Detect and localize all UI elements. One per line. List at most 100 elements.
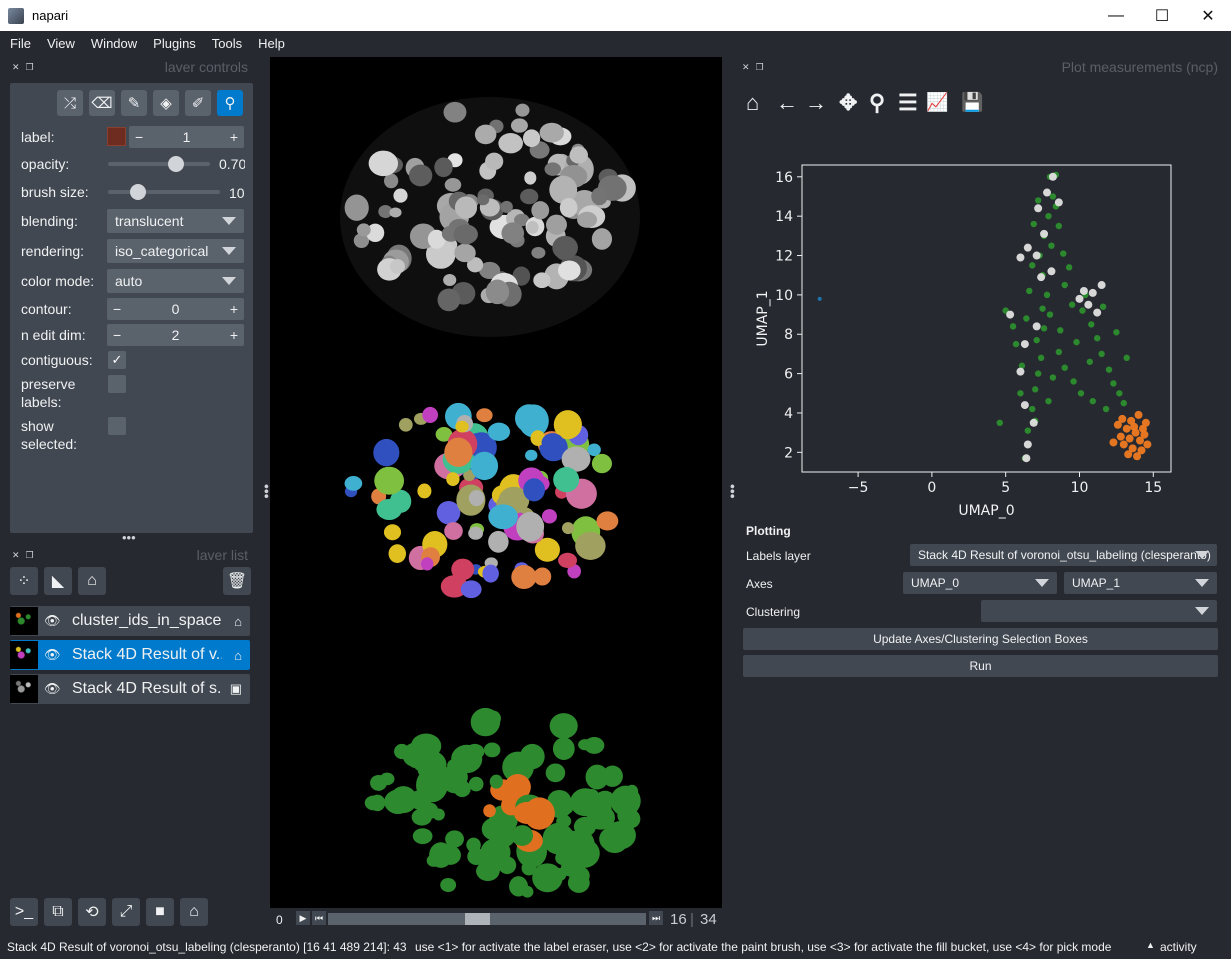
layer-name[interactable]: Stack 4D Result of v... [72, 646, 222, 664]
dock-float-icon[interactable]: ❐ [26, 550, 34, 561]
scatter-plot[interactable]: −5 0 5 10 15 2 4 6 8 10 12 14 16 UMAP_0 UMAP_1 [735, 150, 1215, 520]
contour-increment-button[interactable]: + [230, 301, 238, 317]
dock-close-icon[interactable]: ✕ [12, 550, 20, 561]
brush-size-slider[interactable] [108, 190, 220, 194]
play-icon[interactable]: ▶ [296, 911, 310, 925]
axis-x-dropdown[interactable]: UMAP_0 [903, 572, 1057, 594]
shuffle-icon[interactable]: ⤮ [57, 90, 83, 116]
plotting-section-title: Plotting [746, 524, 791, 538]
label-nucleus [388, 544, 407, 563]
show-selected-checkbox[interactable] [108, 417, 126, 435]
menu-file[interactable]: File [2, 36, 39, 51]
step-forward-icon[interactable]: ⏭ [649, 911, 663, 925]
contour-spinbox[interactable]: − 0 + [107, 298, 244, 320]
scatter-point [1048, 172, 1057, 181]
label-nucleus [488, 530, 509, 553]
menu-tools[interactable]: Tools [204, 36, 250, 51]
new-labels-layer-icon[interactable]: ⌂ [78, 567, 106, 595]
clustering-dropdown[interactable] [981, 600, 1217, 622]
step-back-icon[interactable]: ⏮ [312, 911, 326, 925]
brush-size-slider-handle[interactable] [130, 184, 146, 200]
contiguous-checkbox[interactable]: ✓ [108, 351, 126, 369]
menu-help[interactable]: Help [250, 36, 293, 51]
plot-home-icon[interactable]: ⌂ [746, 90, 759, 116]
layer-row[interactable]: 👁 Stack 4D Result of s... ▣ [10, 674, 250, 704]
layer-row[interactable]: 👁 Stack 4D Result of v... ⌂ [10, 640, 250, 670]
splitter-handle-icon[interactable]: ••• [122, 530, 136, 545]
scatter-point [1033, 336, 1040, 344]
brush-size-value[interactable]: 10 [229, 185, 245, 201]
eraser-icon[interactable]: ⌫ [89, 90, 115, 116]
menu-view[interactable]: View [39, 36, 83, 51]
n-edit-dim-decrement-button[interactable]: − [113, 327, 121, 343]
home-icon[interactable]: ⌂ [180, 898, 208, 926]
visibility-eye-icon[interactable]: 👁 [44, 681, 64, 697]
contour-decrement-button[interactable]: − [113, 301, 121, 317]
activity-chevron-icon[interactable]: ▲ [1146, 940, 1155, 950]
opacity-value[interactable]: 0.70 [219, 156, 245, 172]
opacity-slider-handle[interactable] [168, 156, 184, 172]
scatter-point [1016, 367, 1025, 376]
contour-value: 0 [171, 301, 180, 317]
cluster-nucleus [601, 796, 614, 807]
plot-save-icon[interactable]: 💾 [961, 92, 983, 113]
delete-layer-icon[interactable]: 🗑 [223, 567, 251, 595]
plot-zoom-icon[interactable]: ⚲ [869, 90, 885, 116]
layer-name[interactable]: Stack 4D Result of s... [72, 680, 222, 698]
clustering-label: Clustering [746, 605, 801, 619]
dims-slider-bar: 0 ▶ ⏮ ⏭ 16 | 34 [270, 908, 722, 932]
label-decrement-button[interactable]: − [135, 129, 143, 145]
fill-bucket-icon[interactable]: ◈ [153, 90, 179, 116]
plot-pan-icon[interactable]: ✥ [839, 90, 857, 116]
console-icon[interactable]: >_ [10, 898, 38, 926]
viewer-canvas[interactable] [270, 57, 722, 908]
zoom-icon[interactable]: ⚲ [217, 90, 243, 116]
layer-name[interactable]: cluster_ids_in_space [72, 612, 222, 630]
menu-plugins[interactable]: Plugins [145, 36, 204, 51]
labels-layer-dropdown[interactable]: Stack 4D Result of voronoi_otsu_labeling… [910, 544, 1217, 566]
dims-current-frame[interactable]: 16 [670, 911, 687, 928]
label-increment-button[interactable]: + [230, 129, 238, 145]
blending-dropdown[interactable]: translucent [107, 209, 244, 233]
axis-y-dropdown[interactable]: UMAP_1 [1064, 572, 1217, 594]
cluster-nucleus [447, 759, 463, 772]
update-selection-boxes-button[interactable]: Update Axes/Clustering Selection Boxes [743, 628, 1218, 650]
dock-close-icon[interactable]: ✕ [12, 62, 20, 73]
label-spinbox[interactable]: − 1 + [129, 126, 244, 148]
dock-float-icon[interactable]: ❐ [26, 62, 34, 73]
label-nucleus [344, 476, 363, 491]
activity-button[interactable]: activity [1160, 940, 1197, 954]
rendering-dropdown[interactable]: iso_categorical [107, 239, 244, 263]
preserve-labels-checkbox[interactable] [108, 375, 126, 393]
scatter-point [1105, 366, 1113, 373]
visibility-eye-icon[interactable]: 👁 [44, 613, 64, 629]
color-mode-dropdown[interactable]: auto [107, 269, 244, 293]
new-shapes-layer-icon[interactable]: ◣ [44, 567, 72, 595]
dock-float-icon[interactable]: ❐ [756, 62, 764, 73]
dock-close-icon[interactable]: ✕ [742, 62, 750, 73]
new-points-layer-icon[interactable]: ⁘ [10, 567, 38, 595]
grid-toggle-icon[interactable]: ■ [146, 898, 174, 926]
plot-edit-axes-icon[interactable]: 📈 [926, 92, 948, 113]
ndisplay-3d-icon[interactable]: ⧉ [44, 898, 72, 926]
plot-configure-icon[interactable]: ☰ [898, 90, 918, 116]
n-edit-dim-increment-button[interactable]: + [230, 327, 238, 343]
color-picker-icon[interactable]: ✐ [185, 90, 211, 116]
paint-brush-icon[interactable]: ✎ [121, 90, 147, 116]
maximize-button[interactable]: ☐ [1139, 0, 1185, 31]
plot-back-icon[interactable]: ← [776, 90, 798, 116]
run-button[interactable]: Run [743, 655, 1218, 677]
n-edit-dim-spinbox[interactable]: − 2 + [107, 324, 244, 346]
label-nucleus [374, 466, 405, 495]
menu-window[interactable]: Window [83, 36, 145, 51]
opacity-slider[interactable] [108, 162, 210, 166]
dims-slider-handle[interactable] [465, 913, 490, 925]
visibility-eye-icon[interactable]: 👁 [44, 647, 64, 663]
plot-forward-icon[interactable]: → [805, 90, 827, 116]
close-button[interactable]: ✕ [1185, 0, 1231, 31]
roll-dims-icon[interactable]: ⟲ [78, 898, 106, 926]
minimize-button[interactable]: — [1093, 0, 1139, 31]
raw-nucleus [501, 222, 525, 244]
transpose-icon[interactable]: ⤢ [112, 898, 140, 926]
layer-row[interactable]: 👁 cluster_ids_in_space ⌂ [10, 606, 250, 636]
